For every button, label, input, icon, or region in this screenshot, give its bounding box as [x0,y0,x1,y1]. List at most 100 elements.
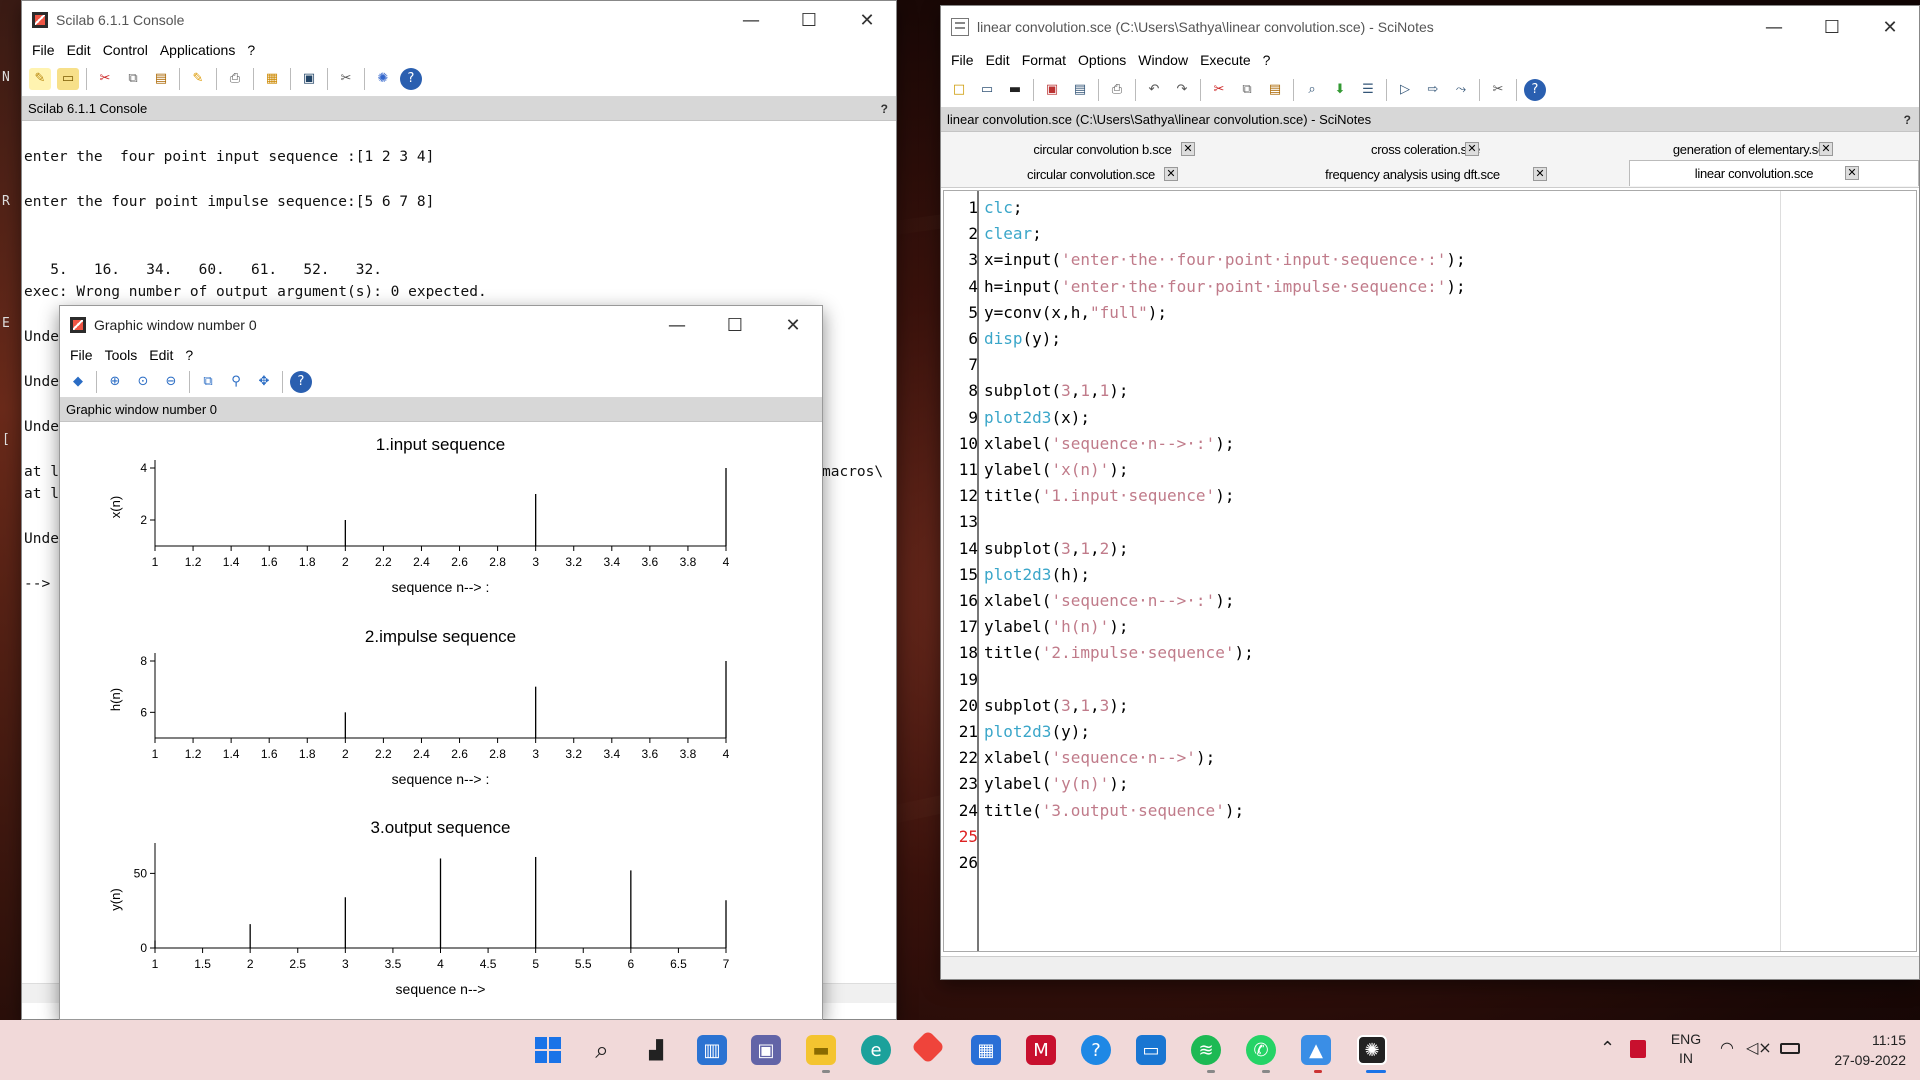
tab-generation-of-elementary[interactable]: generation of elementary.sce [1587,138,1917,160]
code-line[interactable]: clc; [984,195,1023,221]
tab-cross-coleration[interactable]: cross coleration.sce [1264,138,1587,160]
open-folder-icon[interactable]: ▭ [57,67,79,90]
code-editor[interactable]: clc; clear; x=input('enter·the··four·point… [984,195,1714,945]
tools-icon[interactable]: ✂ [1487,79,1509,101]
code-line[interactable]: xlabel('sequence·n-->·:'); [984,588,1234,614]
execute-with-echo-icon[interactable]: ⇨ [1422,79,1444,101]
menu-edit[interactable]: Edit [980,52,1016,68]
code-line[interactable]: title('3.output·sequence'); [984,798,1244,824]
undo-icon[interactable]: ↶ [1143,79,1165,101]
menu-file[interactable]: File [26,42,61,58]
close-tab-icon[interactable]: ✕ [1533,167,1547,181]
panel-help-icon[interactable]: ? [881,102,888,116]
menu-edit[interactable]: Edit [61,42,97,58]
find-icon[interactable]: ⌕ [1301,79,1323,101]
menu-help[interactable]: ? [1257,52,1277,68]
code-line[interactable]: xlabel('sequence·n-->·:'); [984,431,1234,457]
menu-tools[interactable]: Tools [99,347,144,363]
plot-canvas[interactable]: 1.input sequence 1 1.2 1.4 1.6 1.8 2 2.2 2.4 2.6 2… [60,426,822,1011]
code-line[interactable]: xlabel('sequence·n-->'); [984,745,1215,771]
execute-icon[interactable]: ▷ [1394,79,1416,101]
code-line[interactable]: plot2d3(y); [984,719,1090,745]
open-file-icon[interactable]: ▭ [976,79,998,101]
copy-icon[interactable]: ⧉ [122,68,144,90]
scinotes-icon[interactable]: ▣ [298,68,320,90]
paste-icon[interactable]: ▤ [1264,79,1286,101]
store-icon[interactable]: ▦ [971,1035,1001,1065]
help-icon[interactable]: ? [400,67,422,90]
menu-file[interactable]: File [945,52,980,68]
language-indicator[interactable]: ENG IN [1668,1030,1704,1068]
code-line[interactable]: subplot(3,1,1); [984,378,1129,404]
teams-chat-icon[interactable]: ▣ [751,1035,781,1065]
code-line[interactable]: y=conv(x,h,"full"); [984,300,1167,326]
cut-icon[interactable]: ✂ [94,68,116,90]
whatsapp-icon[interactable]: ✆ [1246,1035,1276,1065]
code-line[interactable]: plot2d3(h); [984,562,1090,588]
close-button[interactable]: ✕ [1861,8,1919,46]
load-into-scilab-icon[interactable]: ⬇ [1329,79,1351,101]
minimize-button[interactable]: — [648,306,706,344]
list-icon[interactable]: ☰ [1357,79,1379,101]
edge-browser-icon[interactable]: e [861,1035,891,1065]
menu-edit[interactable]: Edit [143,347,179,363]
new-script-icon[interactable]: ✎ [29,67,51,90]
maximize-button[interactable]: ☐ [1803,8,1861,46]
code-line[interactable]: x=input('enter·the··four·point·input·seq… [984,247,1466,273]
code-line[interactable]: h=input('enter·the·four·point·impulse·se… [984,274,1466,300]
datatip-icon[interactable]: ◆ [67,371,89,393]
new-file-icon[interactable]: □ [948,79,970,101]
spotify-icon[interactable]: ≋ [1191,1035,1221,1065]
tab-linear-convolution-active[interactable]: linear convolution.sce [1629,160,1919,186]
mcafee-icon[interactable]: M [1026,1035,1056,1065]
maximize-button[interactable]: ☐ [780,1,838,39]
close-tab-icon[interactable]: ✕ [1164,167,1178,181]
close-tab-icon[interactable]: ✕ [1845,166,1859,180]
atoms-icon[interactable]: ✺ [372,68,394,90]
code-line[interactable]: ylabel('x(n)'); [984,457,1129,483]
pan-icon[interactable]: ✥ [253,371,275,393]
panel-help-icon[interactable]: ? [1904,113,1911,127]
menu-help[interactable]: ? [179,347,199,363]
print-icon[interactable]: ⎙ [1106,79,1128,101]
menu-help[interactable]: ? [241,42,261,58]
menu-applications[interactable]: Applications [154,42,242,58]
search-icon[interactable]: ⌕ [587,1035,617,1065]
variable-browser-icon[interactable]: ▦ [261,68,283,90]
mcafee-tray-icon[interactable] [1630,1040,1646,1058]
close-tab-icon[interactable]: ✕ [1181,142,1195,156]
cut-icon[interactable]: ✂ [1208,79,1230,101]
menu-format[interactable]: Format [1016,52,1072,68]
open-recent-icon[interactable]: ▬ [1004,79,1026,101]
show-hidden-icons-chevron[interactable]: ⌃ [1600,1038,1615,1059]
minimize-button[interactable]: — [1745,8,1803,46]
menu-file[interactable]: File [64,347,99,363]
copy-icon[interactable]: ⧉ [1236,79,1258,101]
remote-desktop-icon[interactable]: ▭ [1136,1035,1166,1065]
paste-icon[interactable]: ▤ [150,68,172,90]
file-explorer-icon[interactable]: ▬ [806,1035,836,1065]
menu-execute[interactable]: Execute [1194,52,1257,68]
code-line[interactable]: plot2d3(x); [984,405,1090,431]
battery-icon[interactable] [1780,1043,1800,1054]
close-button[interactable]: ✕ [838,1,896,39]
volume-muted-icon[interactable]: ◁× [1746,1038,1772,1057]
execute-until-icon[interactable]: ⤳ [1450,79,1472,101]
menu-options[interactable]: Options [1072,52,1132,68]
datatip-mode-icon[interactable]: ⚲ [225,371,247,393]
maximize-button[interactable]: ☐ [706,306,764,344]
minimize-button[interactable]: — [722,1,780,39]
save-icon[interactable]: ▣ [1041,79,1063,101]
close-tab-icon[interactable]: ✕ [1819,142,1833,156]
zoom-out-icon[interactable]: ⊖ [160,371,182,393]
console-titlebar[interactable]: Scilab 6.1.1 Console — ☐ ✕ [22,1,896,39]
task-view-icon[interactable]: ▟ [641,1035,671,1065]
code-line[interactable]: ylabel('h(n)'); [984,614,1129,640]
clock[interactable]: 11:15 27-09-2022 [1810,1030,1906,1070]
widgets-icon[interactable]: ▥ [697,1035,727,1065]
code-line[interactable]: subplot(3,1,3); [984,693,1129,719]
help-icon[interactable]: ? [290,370,312,393]
menu-window[interactable]: Window [1132,52,1194,68]
redo-icon[interactable]: ↷ [1171,79,1193,101]
help-icon[interactable]: ? [1524,78,1546,101]
